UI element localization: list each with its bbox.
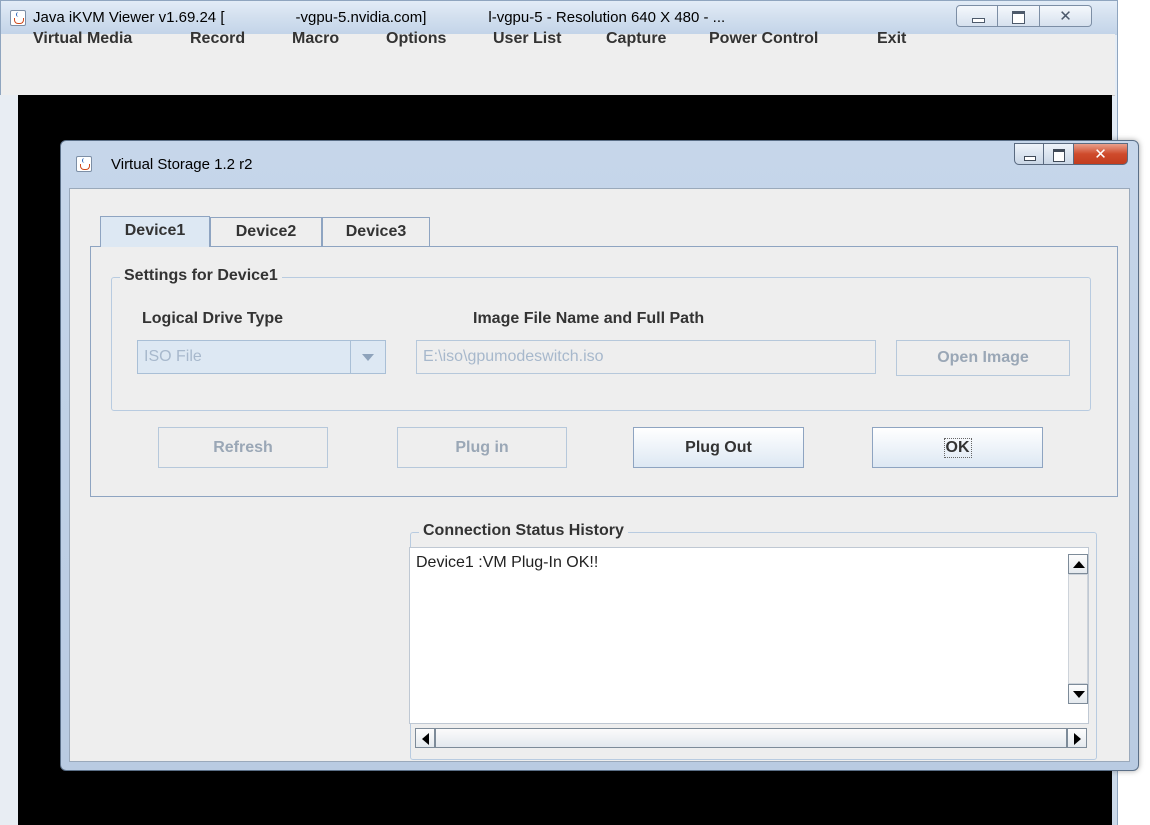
settings-legend: Settings for Device1 (120, 267, 282, 285)
window-title: Java iKVM Viewer v1.69.24 [ -vgpu-5.nvidi… (33, 9, 725, 26)
scroll-left-arrow-icon[interactable] (415, 728, 435, 748)
dialog-content: Device1 Device2 Device3 Settings for Dev… (69, 188, 1130, 762)
tab-device1[interactable]: Device1 (100, 216, 210, 247)
tab-device2[interactable]: Device2 (210, 217, 322, 246)
plug-out-button[interactable]: Plug Out (633, 427, 804, 468)
menu-user-list[interactable]: User List (493, 30, 561, 48)
virtual-storage-dialog: Virtual Storage 1.2 r2 ✕ Device1 Device2… (60, 140, 1139, 771)
menubar-lower: Virtual Media Record Macro Options User … (1, 30, 1115, 96)
tab-panel-device1: Settings for Device1 Logical Drive Type … (90, 246, 1118, 497)
java-app-icon (76, 156, 92, 172)
menu-macro[interactable]: Macro (292, 30, 339, 48)
scroll-right-arrow-icon[interactable] (1067, 728, 1087, 748)
dialog-minimize-button[interactable] (1014, 143, 1044, 165)
dialog-title: Virtual Storage 1.2 r2 (111, 156, 253, 173)
close-button[interactable]: ✕ (1040, 5, 1092, 27)
plug-in-button[interactable]: Plug in (397, 427, 567, 468)
chevron-down-icon[interactable] (350, 341, 385, 373)
vertical-scroll-track[interactable] (1068, 574, 1088, 684)
menu-exit[interactable]: Exit (877, 30, 906, 48)
window-left-frame (0, 95, 18, 825)
window-caption-buttons: ✕ (956, 5, 1092, 27)
ok-button[interactable]: OK (872, 427, 1043, 468)
status-history-textarea[interactable]: Device1 :VM Plug-In OK!! (409, 547, 1089, 724)
drive-type-label: Logical Drive Type (142, 310, 284, 327)
refresh-button[interactable]: Refresh (158, 427, 328, 468)
menu-record[interactable]: Record (190, 30, 245, 48)
dialog-close-button[interactable]: ✕ (1074, 143, 1128, 165)
open-image-button[interactable]: Open Image (896, 340, 1070, 376)
menu-power-control[interactable]: Power Control (709, 30, 818, 48)
drive-type-select[interactable]: ISO File (137, 340, 386, 374)
status-history-legend: Connection Status History (419, 522, 628, 540)
scroll-down-arrow-icon[interactable] (1068, 684, 1088, 704)
horizontal-scroll-thumb[interactable] (435, 728, 1067, 748)
window-title-part2: -vgpu-5.nvidia.com] (295, 9, 427, 26)
ok-button-label: OK (943, 438, 972, 458)
window-title-part1: Java iKVM Viewer v1.69.24 [ (33, 9, 225, 26)
window-title-part3: l-vgpu-5 - Resolution 640 X 480 - ... (488, 9, 726, 26)
close-icon: ✕ (1094, 146, 1107, 163)
dialog-maximize-button[interactable] (1044, 143, 1074, 165)
menu-capture[interactable]: Capture (606, 30, 666, 48)
drive-type-value: ISO File (144, 348, 202, 365)
image-path-field[interactable]: E:\iso\gpumodeswitch.iso (416, 340, 876, 374)
maximize-button[interactable] (998, 5, 1040, 27)
settings-group: Settings for Device1 Logical Drive Type … (111, 267, 1091, 411)
menu-options[interactable]: Options (386, 30, 446, 48)
status-line: Device1 :VM Plug-In OK!! (416, 554, 599, 571)
dialog-caption-buttons: ✕ (1014, 143, 1128, 165)
image-path-value: E:\iso\gpumodeswitch.iso (423, 348, 604, 365)
image-path-label: Image File Name and Full Path (473, 310, 705, 327)
minimize-button[interactable] (956, 5, 998, 27)
scroll-up-arrow-icon[interactable] (1068, 554, 1088, 574)
close-icon: ✕ (1059, 8, 1072, 25)
java-app-icon (10, 10, 26, 26)
menu-virtual-media[interactable]: Virtual Media (33, 30, 132, 48)
tab-device3[interactable]: Device3 (322, 217, 430, 246)
